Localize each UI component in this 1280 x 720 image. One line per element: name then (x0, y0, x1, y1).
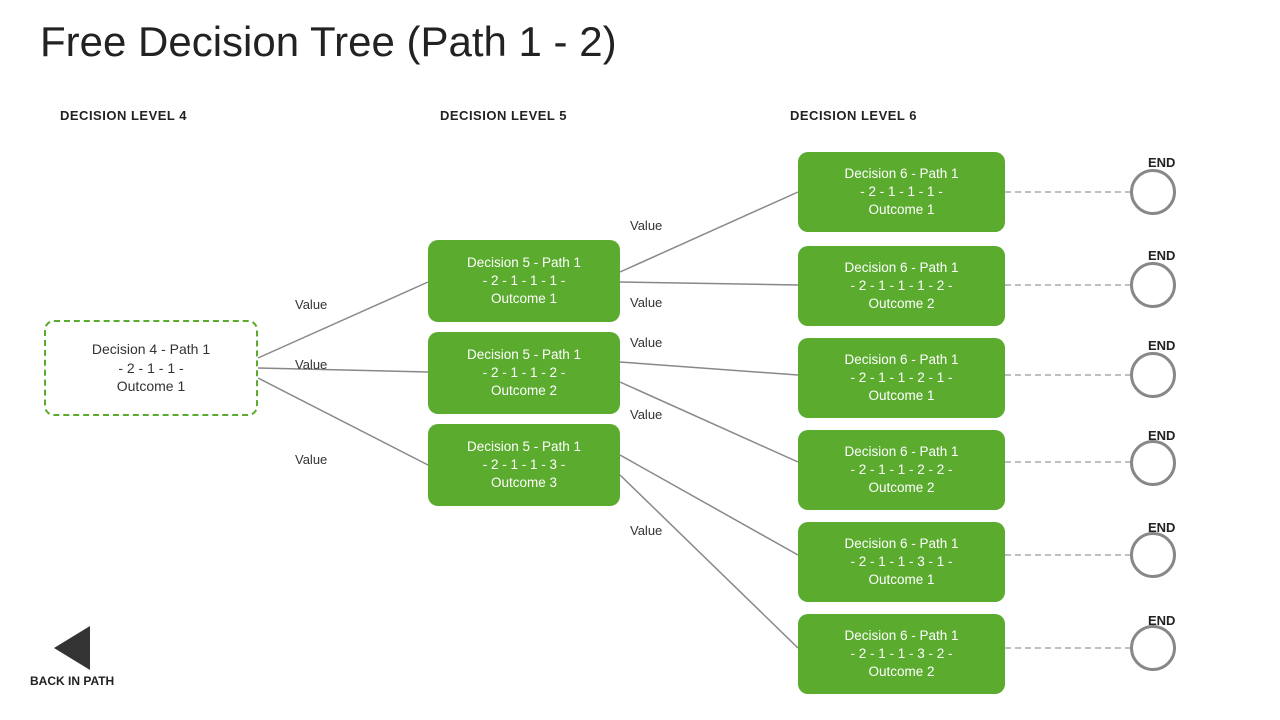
value-label-3: Value (295, 452, 327, 467)
node-d4[interactable]: Decision 4 - Path 1- 2 - 1 - 1 -Outcome … (44, 320, 258, 416)
back-in-path-label: BACK IN PATH (30, 674, 114, 690)
end-circle-5 (1130, 532, 1176, 578)
end-circle-6 (1130, 625, 1176, 671)
end-circle-2 (1130, 262, 1176, 308)
page-title: Free Decision Tree (Path 1 - 2) (40, 18, 617, 66)
end-circle-3 (1130, 352, 1176, 398)
node-d6-3[interactable]: Decision 6 - Path 1- 2 - 1 - 1 - 2 - 1 -… (798, 338, 1005, 418)
node-d6-6[interactable]: Decision 6 - Path 1- 2 - 1 - 1 - 3 - 2 -… (798, 614, 1005, 694)
back-in-path-button[interactable]: BACK IN PATH (30, 626, 114, 690)
value-label-2: Value (295, 357, 327, 372)
end-label-1: END (1148, 155, 1175, 170)
end-circle-4 (1130, 440, 1176, 486)
value-label-4: Value (630, 218, 662, 233)
node-d6-4[interactable]: Decision 6 - Path 1- 2 - 1 - 1 - 2 - 2 -… (798, 430, 1005, 510)
node-d5-3[interactable]: Decision 5 - Path 1- 2 - 1 - 1 - 3 -Outc… (428, 424, 620, 506)
value-label-1: Value (295, 297, 327, 312)
node-d5-2[interactable]: Decision 5 - Path 1- 2 - 1 - 1 - 2 -Outc… (428, 332, 620, 414)
end-label-3: END (1148, 338, 1175, 353)
back-arrow-icon (54, 626, 90, 670)
node-d6-5[interactable]: Decision 6 - Path 1- 2 - 1 - 1 - 3 - 1 -… (798, 522, 1005, 602)
value-label-6: Value (630, 335, 662, 350)
value-label-5: Value (630, 295, 662, 310)
node-d6-1[interactable]: Decision 6 - Path 1- 2 - 1 - 1 - 1 -Outc… (798, 152, 1005, 232)
node-d6-2[interactable]: Decision 6 - Path 1- 2 - 1 - 1 - 1 - 2 -… (798, 246, 1005, 326)
level-header-4: DECISION LEVEL 4 (60, 108, 187, 123)
level-header-5: DECISION LEVEL 5 (440, 108, 567, 123)
node-d5-1[interactable]: Decision 5 - Path 1- 2 - 1 - 1 - 1 -Outc… (428, 240, 620, 322)
value-label-8: Value (630, 523, 662, 538)
value-label-7: Value (630, 407, 662, 422)
level-header-6: DECISION LEVEL 6 (790, 108, 917, 123)
end-circle-1 (1130, 169, 1176, 215)
end-label-2: END (1148, 248, 1175, 263)
